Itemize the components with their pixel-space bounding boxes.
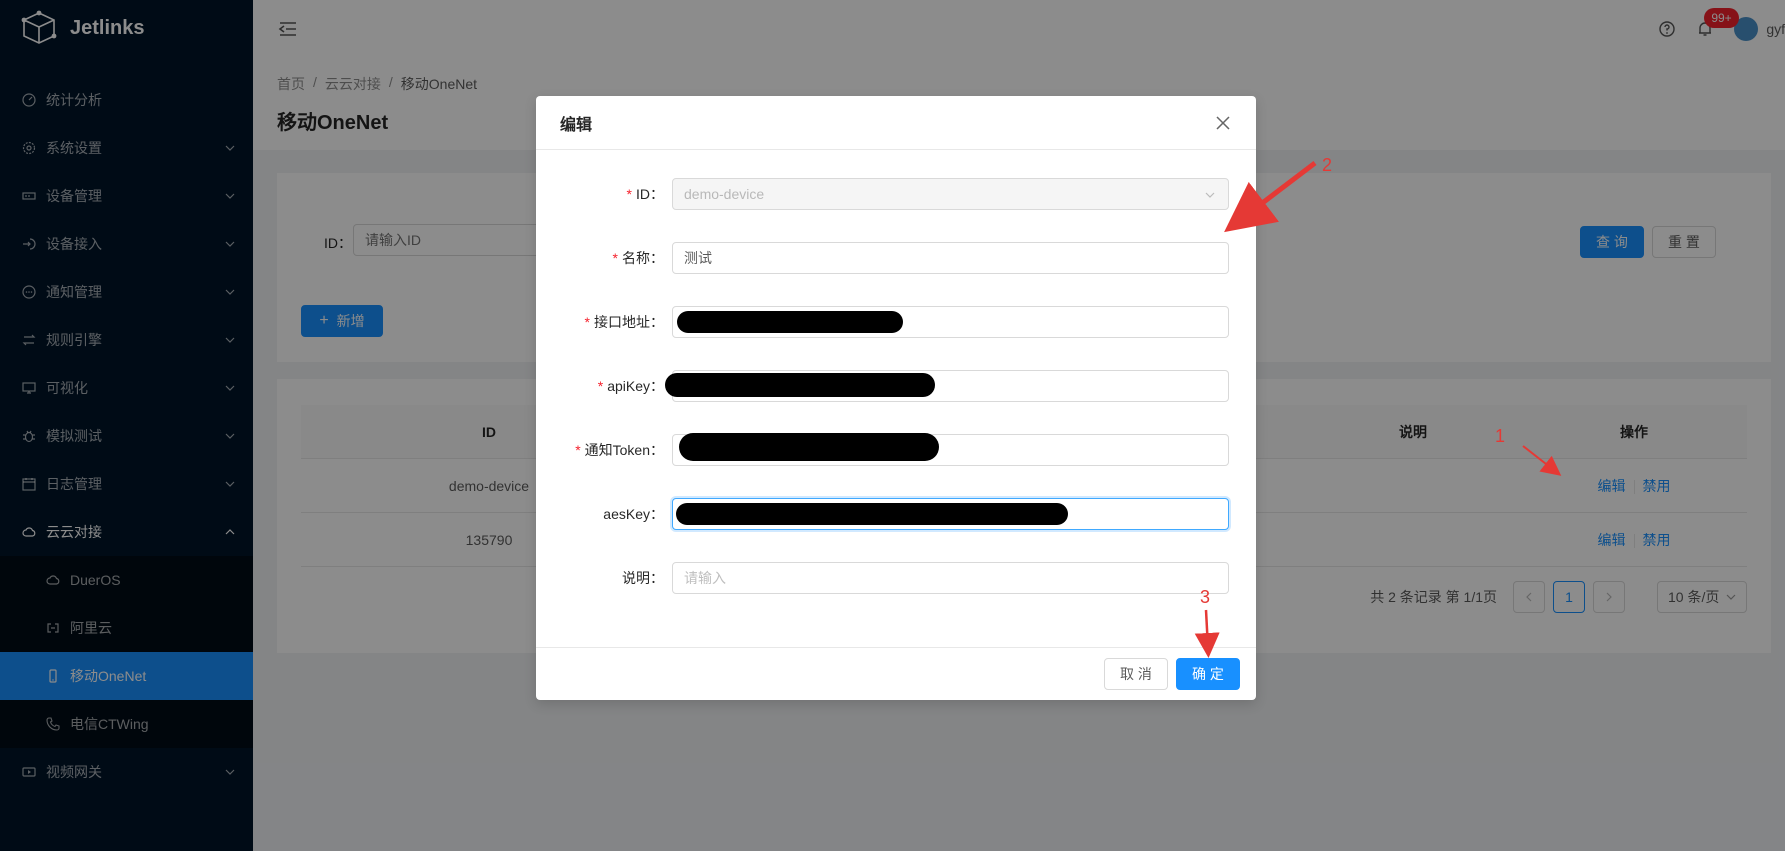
field-label-token: * 通知Token： xyxy=(575,442,664,458)
redaction-mark xyxy=(676,503,1068,525)
url-input[interactable] xyxy=(672,306,1229,338)
form-row-aeskey: aesKey： xyxy=(536,498,1256,530)
cancel-button[interactable]: 取 消 xyxy=(1104,658,1168,690)
id-select[interactable]: demo-device xyxy=(672,178,1229,210)
modal-title: 编辑 xyxy=(560,116,593,134)
chevron-down-icon xyxy=(1205,192,1215,198)
name-input[interactable]: 测试 xyxy=(672,242,1229,274)
field-label-aeskey: aesKey： xyxy=(603,506,664,522)
field-label-apikey: * apiKey： xyxy=(597,378,664,394)
modal-header: 编辑 xyxy=(536,96,1256,150)
form-row-apikey: * apiKey： xyxy=(536,370,1256,402)
edit-modal: 编辑 * ID： demo-device * 名称： 测试 * 接口地址： * apiK… xyxy=(536,96,1256,700)
field-label-url: * 接口地址： xyxy=(584,314,664,330)
form-row-token: * 通知Token： xyxy=(536,433,1256,466)
id-select-value: demo-device xyxy=(684,186,765,202)
field-label-desc: 说明： xyxy=(622,570,664,586)
ok-button[interactable]: 确 定 xyxy=(1176,658,1240,690)
form-row-name: * 名称： 测试 xyxy=(536,242,1256,274)
aeskey-input[interactable] xyxy=(672,498,1229,530)
field-label-name: * 名称： xyxy=(612,250,664,266)
token-input[interactable] xyxy=(672,433,1229,466)
modal-footer: 取 消 确 定 xyxy=(536,647,1256,700)
apikey-input[interactable] xyxy=(665,370,1229,402)
close-icon[interactable] xyxy=(1214,114,1232,132)
redaction-mark xyxy=(665,373,935,397)
redaction-mark xyxy=(679,433,939,461)
field-label-id: * ID： xyxy=(626,186,664,202)
redaction-mark xyxy=(677,311,903,333)
form-row-id: * ID： demo-device xyxy=(536,178,1256,210)
form-row-url: * 接口地址： xyxy=(536,306,1256,338)
desc-input[interactable]: 请输入 xyxy=(672,562,1229,594)
form-row-desc: 说明： 请输入 xyxy=(536,562,1256,594)
